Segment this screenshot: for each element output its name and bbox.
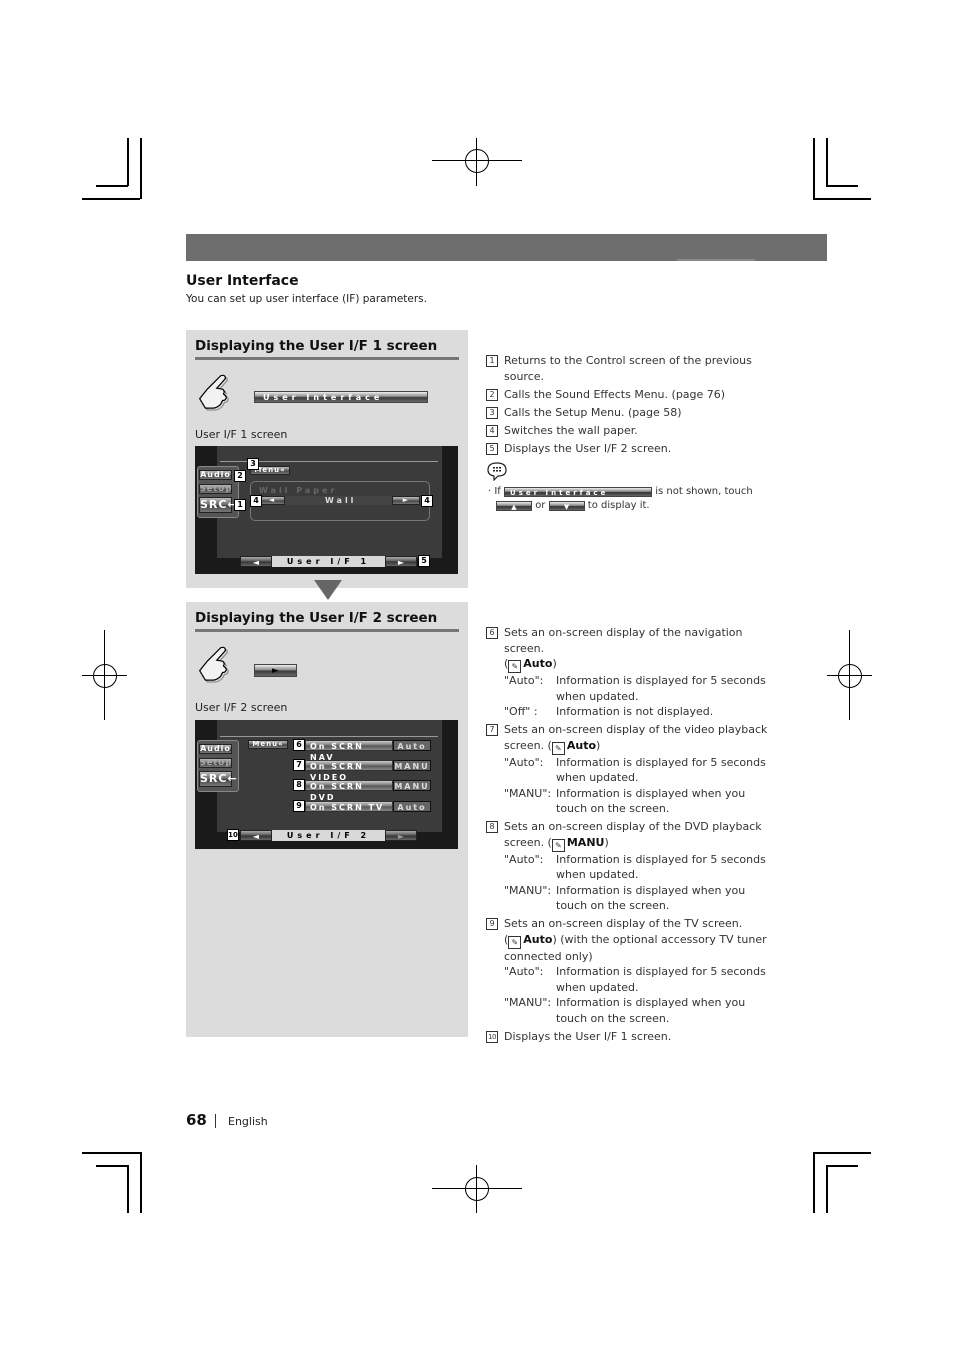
screen-caption: User I/F 2 screen (195, 701, 288, 714)
on-scrn-nav-button[interactable]: On SCRN NAV (305, 740, 393, 762)
next-page-button[interactable]: ► (385, 830, 417, 841)
footer-divider (215, 1114, 216, 1128)
item-number: 4 (486, 424, 498, 437)
list-item: 4 Switches the wall paper. (486, 423, 756, 439)
user-interface-button-inline: User Interface (504, 487, 653, 497)
prev-page-button[interactable]: ◄ (240, 556, 272, 567)
default-setting-icon: ✎ (551, 741, 565, 755)
list-item: 5 Displays the User I/F 2 screen. (486, 441, 756, 457)
item-number: 5 (486, 442, 498, 455)
user-if-2-screen: Audio SetUp SRC← Menu« 6 On SCRN NAV Aut… (195, 720, 458, 849)
setup-button[interactable]: SetUp (199, 758, 232, 768)
item-number: 6 (486, 627, 498, 639)
panel-title: Displaying the User I/F 1 screen (195, 338, 438, 354)
on-scrn-tv-button[interactable]: On SCRN TV (305, 801, 393, 812)
next-screen-button[interactable]: ► (254, 664, 297, 677)
setup-button[interactable]: SetUp (199, 484, 232, 494)
user-if-1-screen: Audio SetUp SRC← Menu« Wall Paper ◄ Wall… (195, 446, 458, 574)
default-setting-icon: ✎ (551, 838, 565, 852)
on-scrn-nav-value[interactable]: Auto (393, 740, 431, 751)
panel-user-if-1: Displaying the User I/F 1 screen User In… (186, 330, 468, 588)
panel-rule (195, 629, 459, 632)
item-number: 3 (486, 406, 498, 419)
note-text: · If User Interface is not shown, touch … (488, 486, 753, 511)
on-scrn-video-value[interactable]: MANU (393, 760, 431, 771)
wall-paper-label: Wall Paper (259, 486, 338, 495)
src-button[interactable]: SRC← (199, 771, 237, 787)
user-interface-button[interactable]: User Interface (254, 391, 428, 403)
callout-6: 6 (293, 739, 305, 751)
flow-arrow-down-icon (314, 580, 342, 600)
section-subtitle: You can set up user interface (IF) param… (186, 293, 427, 305)
touch-hand-icon (198, 646, 229, 683)
prev-page-button[interactable]: ◄ (240, 830, 272, 841)
footer-language: English (228, 1115, 268, 1128)
list-item: 1 Returns to the Control screen of the pr… (486, 353, 756, 384)
page-label: User I/F 1 (272, 556, 385, 567)
item-number: 10 (486, 1030, 498, 1043)
panel-rule (195, 357, 459, 360)
page-label: User I/F 2 (272, 830, 385, 841)
descriptions-if-1: 1 Returns to the Control screen of the pr… (486, 353, 756, 459)
callout-4-left: 4 (250, 495, 262, 507)
menu-button[interactable]: Menu« (248, 740, 288, 749)
screen-caption: User I/F 1 screen (195, 428, 288, 441)
item-number: 1 (486, 355, 498, 367)
item-number: 7 (486, 724, 498, 736)
page-number: 68 (186, 1111, 207, 1129)
touch-hand-icon (198, 374, 229, 411)
descriptions-if-2: 6 Sets an on-screen display of the navig… (486, 625, 771, 1047)
audio-button[interactable]: Audio (199, 744, 232, 754)
item-number: 9 (486, 918, 498, 930)
header-bar (186, 234, 827, 261)
wallpaper-next-button[interactable]: ► (392, 496, 420, 505)
on-scrn-dvd-button[interactable]: On SCRN DVD (305, 780, 393, 802)
callout-2: 2 (234, 470, 246, 482)
list-item: 2 Calls the Sound Effects Menu. (page 76) (486, 387, 756, 403)
list-item: 6 Sets an on-screen display of the navig… (486, 625, 771, 720)
callout-5: 5 (418, 555, 430, 567)
default-setting-icon: ✎ (508, 660, 522, 673)
callout-7: 7 (293, 759, 305, 771)
callout-3: 3 (247, 458, 259, 470)
header-bar-tab (677, 259, 755, 261)
list-item: 9 Sets an on-screen display of the TV sc… (486, 916, 771, 1026)
audio-button[interactable]: Audio (199, 470, 232, 480)
callout-10: 10 (227, 829, 239, 841)
scroll-up-button: ▲ (496, 501, 532, 511)
callout-9: 9 (293, 800, 305, 812)
callout-4-right: 4 (421, 495, 433, 507)
panel-title: Displaying the User I/F 2 screen (195, 610, 438, 626)
next-page-button[interactable]: ► (385, 556, 417, 567)
default-setting-icon: ✎ (508, 935, 522, 949)
list-item: 8 Sets an on-screen display of the DVD p… (486, 819, 771, 914)
list-item: 10 Displays the User I/F 1 screen. (486, 1029, 771, 1045)
wall-value: Wall (325, 496, 357, 505)
panel-user-if-2: Displaying the User I/F 2 screen ► User … (186, 602, 468, 1037)
on-scrn-video-button[interactable]: On SCRN VIDEO (305, 760, 393, 782)
on-scrn-tv-value[interactable]: Auto (393, 801, 431, 812)
src-button[interactable]: SRC← (199, 497, 237, 513)
item-number: 8 (486, 821, 498, 833)
note-icon (487, 462, 507, 481)
callout-8: 8 (293, 779, 305, 791)
list-item: 3 Calls the Setup Menu. (page 58) (486, 405, 756, 421)
list-item: 7 Sets an on-screen display of the video… (486, 722, 771, 817)
scroll-down-button: ▼ (548, 501, 585, 511)
wallpaper-prev-button[interactable]: ◄ (259, 496, 285, 505)
callout-1: 1 (234, 499, 246, 511)
on-scrn-dvd-value[interactable]: MANU (393, 780, 431, 791)
section-title: User Interface (186, 273, 299, 289)
item-number: 2 (486, 388, 498, 401)
